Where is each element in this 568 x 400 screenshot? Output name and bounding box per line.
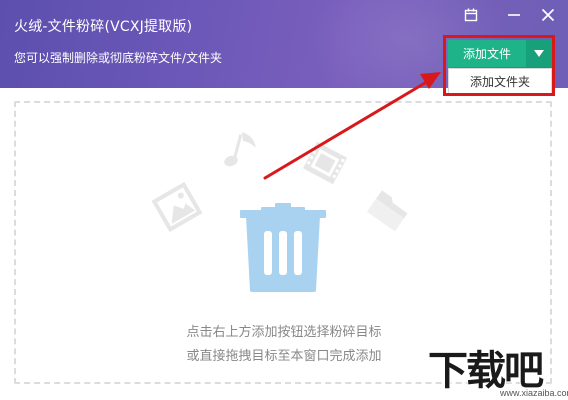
film-icon [302,141,348,185]
music-note-icon [224,132,256,167]
watermark-url: www.xiazaiba.com [500,388,568,398]
annotation-arrow [263,72,441,180]
image-icon [151,181,203,233]
folder-icon [367,190,408,232]
trash-icon [240,203,326,292]
